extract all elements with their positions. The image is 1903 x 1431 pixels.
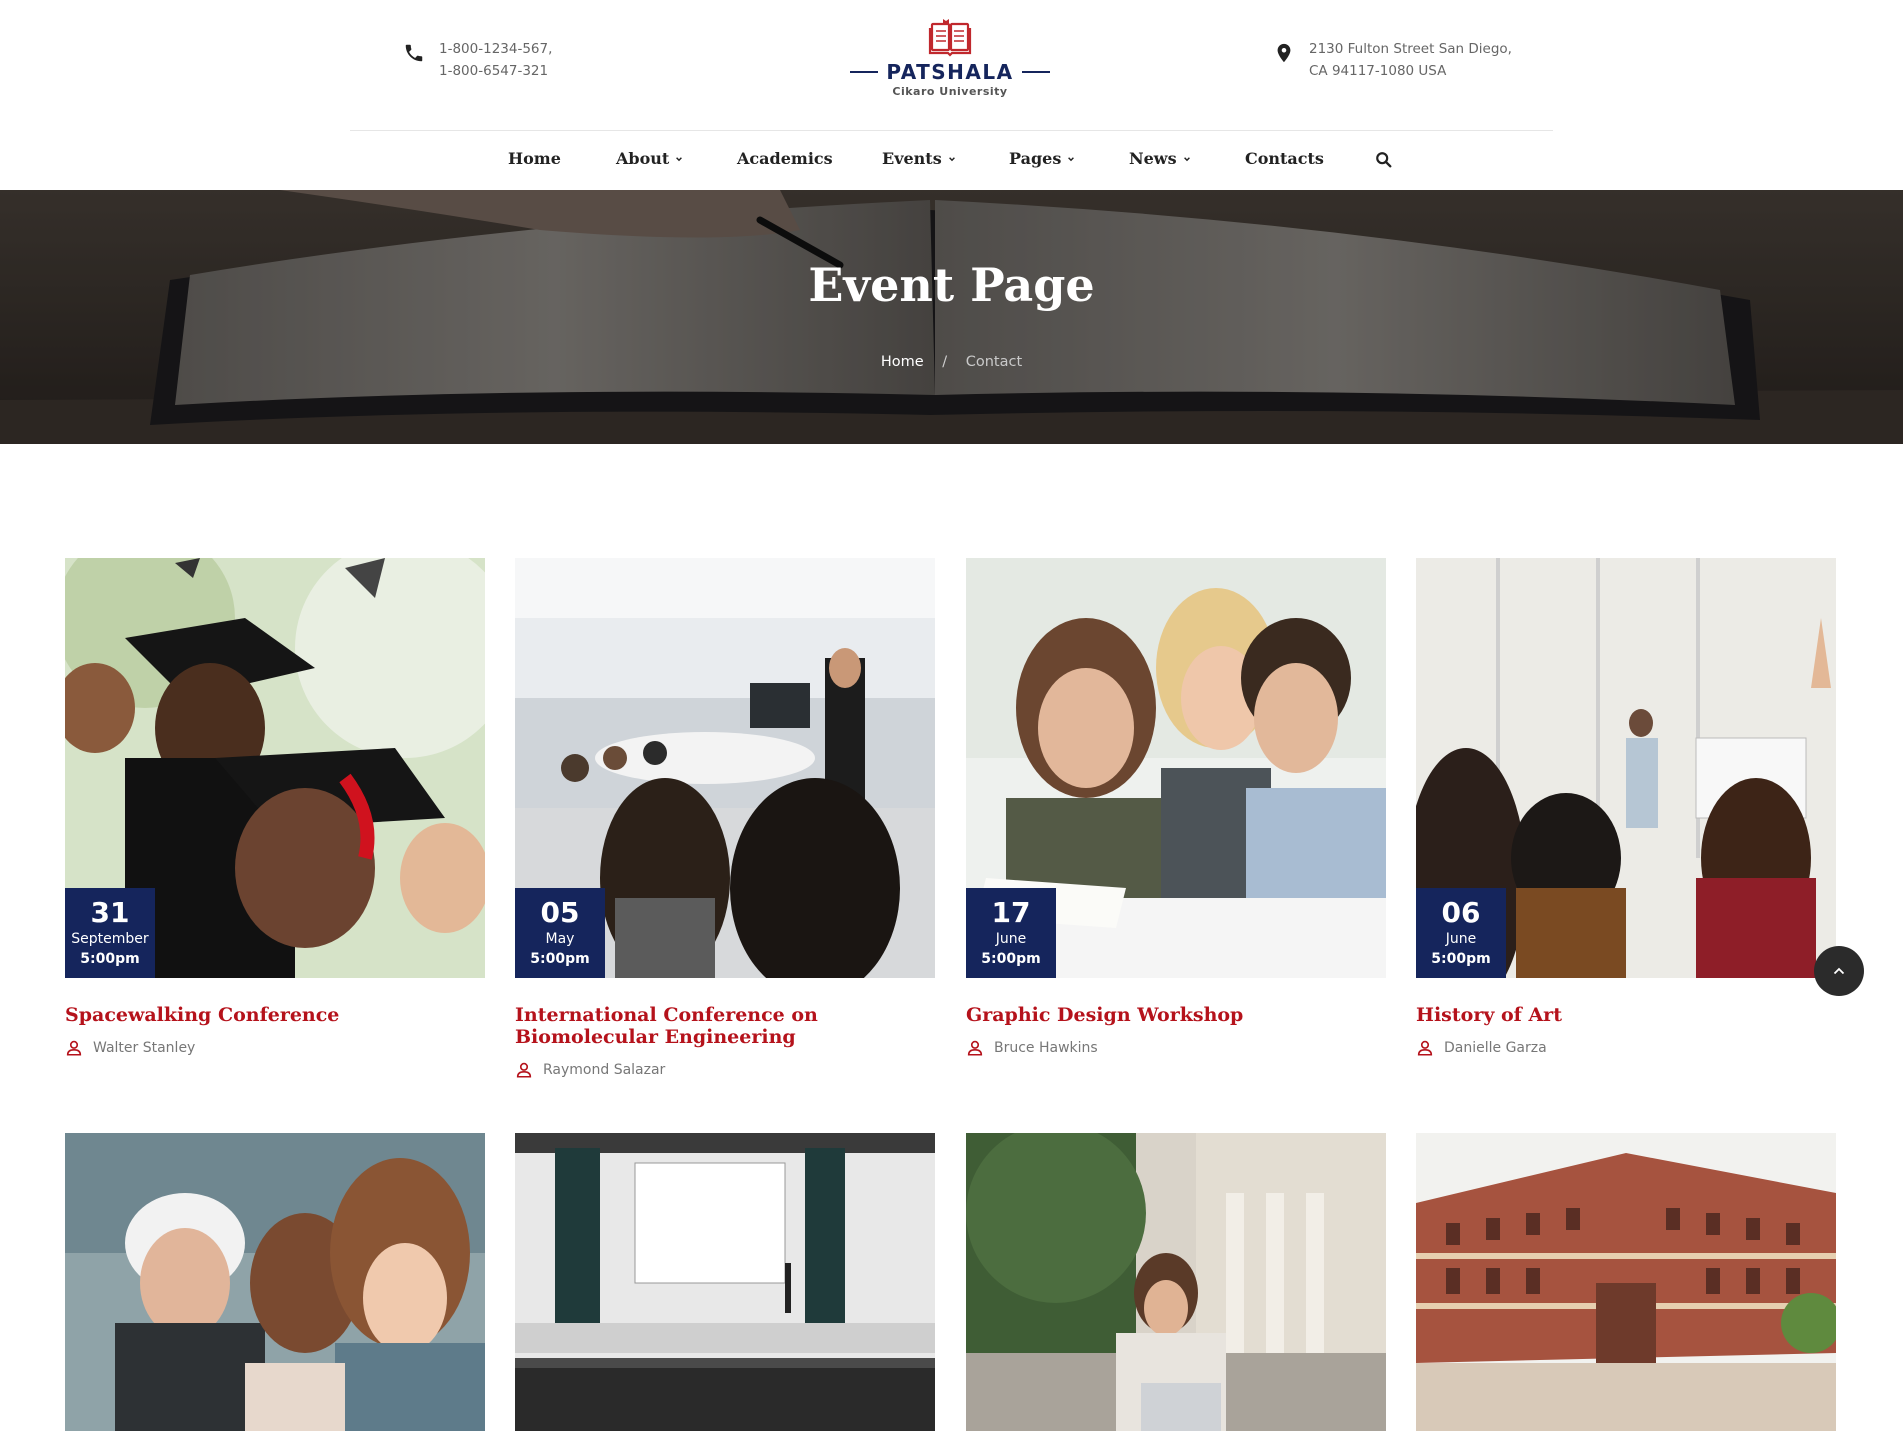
- event-time: 5:00pm: [981, 951, 1041, 967]
- event-day: 06: [1441, 896, 1481, 929]
- event-time: 5:00pm: [1431, 951, 1491, 967]
- event-day: 31: [90, 896, 130, 929]
- chevron-down-icon: [676, 156, 683, 161]
- user-icon: [66, 1040, 82, 1056]
- address-contact: 2130 Fulton Street San Diego, CA 94117-1…: [1273, 38, 1512, 82]
- event-author: Walter Stanley: [65, 1039, 485, 1057]
- open-book-icon: [928, 19, 972, 57]
- nav-item-about[interactable]: About: [616, 149, 683, 168]
- event-author: Raymond Salazar: [515, 1061, 935, 1079]
- event-date-badge: 06 June 5:00pm: [1416, 888, 1506, 978]
- event-card-image[interactable]: [1416, 1133, 1836, 1431]
- nav-item-events[interactable]: Events: [882, 149, 956, 168]
- event-author-name: Walter Stanley: [93, 1040, 196, 1056]
- event-day: 17: [991, 896, 1031, 929]
- phone-icon: [405, 44, 423, 62]
- nav-item-home[interactable]: Home: [508, 149, 561, 168]
- nav-item-pages[interactable]: Pages: [1009, 149, 1075, 168]
- event-month: June: [1445, 931, 1477, 947]
- event-title-link[interactable]: Spacewalking Conference: [65, 1004, 485, 1026]
- nav-label: Events: [882, 149, 942, 168]
- university-building-photo: [1416, 1133, 1836, 1431]
- nav-label: Contacts: [1245, 149, 1324, 168]
- event-image[interactable]: 06 June 5:00pm: [1416, 558, 1836, 978]
- user-icon: [516, 1062, 532, 1078]
- event-date-badge: 31 September 5:00pm: [65, 888, 155, 978]
- nav-item-news[interactable]: News: [1129, 149, 1191, 168]
- address-line-2: CA 94117-1080 USA: [1309, 63, 1447, 79]
- event-author-name: Raymond Salazar: [543, 1062, 666, 1078]
- nav-label: News: [1129, 149, 1177, 168]
- event-card: 06 June 5:00pm History of Art Danielle G…: [1416, 558, 1836, 1057]
- breadcrumb-current: Contact: [965, 354, 1023, 370]
- logo-name: PATSHALA: [886, 60, 1014, 84]
- event-day: 05: [540, 896, 580, 929]
- event-month: June: [995, 931, 1027, 947]
- site-logo[interactable]: PATSHALA Cikaro University: [845, 18, 1055, 104]
- page-title: Event Page: [808, 258, 1095, 312]
- chevron-down-icon: [1183, 156, 1190, 161]
- nav-label: Pages: [1009, 149, 1062, 168]
- breadcrumb-home-link[interactable]: Home: [881, 354, 924, 370]
- breadcrumb: Home / Contact: [0, 354, 1903, 370]
- phone-contact: 1-800-1234-567, 1-800-6547-321: [403, 38, 552, 82]
- phone-line-2: 1-800-6547-321: [439, 63, 549, 79]
- logo-rule-right: [1021, 71, 1050, 73]
- chevron-down-icon: [1068, 156, 1075, 161]
- event-date-badge: 05 May 5:00pm: [515, 888, 605, 978]
- event-month: September: [71, 931, 149, 947]
- chevron-up-icon: [1833, 967, 1845, 975]
- event-title-link[interactable]: History of Art: [1416, 1004, 1836, 1026]
- nav-label: About: [616, 149, 670, 168]
- event-image[interactable]: 05 May 5:00pm: [515, 558, 935, 978]
- logo-subtitle: Cikaro University: [892, 85, 1008, 98]
- event-card: 05 May 5:00pm International Conference o…: [515, 558, 935, 1079]
- nav-label: Home: [508, 149, 561, 168]
- scroll-to-top-button[interactable]: [1814, 946, 1864, 996]
- chevron-down-icon: [948, 156, 955, 161]
- event-card: 31 September 5:00pm Spacewalking Confere…: [65, 558, 485, 1057]
- nav-item-academics[interactable]: Academics: [737, 149, 833, 168]
- event-author-name: Danielle Garza: [1444, 1040, 1547, 1056]
- event-author-name: Bruce Hawkins: [994, 1040, 1098, 1056]
- event-author: Bruce Hawkins: [966, 1039, 1386, 1057]
- event-card-image[interactable]: [515, 1133, 935, 1431]
- event-image[interactable]: 17 June 5:00pm: [966, 558, 1386, 978]
- event-card: 17 June 5:00pm Graphic Design Workshop B…: [966, 558, 1386, 1057]
- event-title-link[interactable]: International Conference on Biomolecular…: [515, 1004, 935, 1048]
- event-title-link[interactable]: Graphic Design Workshop: [966, 1004, 1386, 1026]
- event-image[interactable]: 31 September 5:00pm: [65, 558, 485, 978]
- map-pin-icon: [1277, 43, 1291, 63]
- header-top: 1-800-1234-567, 1-800-6547-321 PATSHALA …: [0, 0, 1903, 130]
- breadcrumb-separator: /: [942, 354, 948, 370]
- event-author: Danielle Garza: [1416, 1039, 1836, 1057]
- event-time: 5:00pm: [530, 951, 590, 967]
- logo-rule-left: [850, 71, 879, 73]
- event-card-image[interactable]: [65, 1133, 485, 1431]
- event-month: May: [545, 931, 575, 947]
- campus-student-photo: [966, 1133, 1386, 1431]
- event-card-image[interactable]: [966, 1133, 1386, 1431]
- phone-line-1: 1-800-1234-567,: [439, 41, 553, 57]
- event-date-badge: 17 June 5:00pm: [966, 888, 1056, 978]
- students-writing-photo: [65, 1133, 485, 1431]
- hero-background-image: [0, 190, 1903, 444]
- event-time: 5:00pm: [80, 951, 140, 967]
- nav-label: Academics: [737, 149, 833, 168]
- auditorium-photo: [515, 1133, 935, 1431]
- user-icon: [967, 1040, 983, 1056]
- nav-item-contacts[interactable]: Contacts: [1245, 149, 1324, 168]
- address-line-1: 2130 Fulton Street San Diego,: [1309, 41, 1512, 57]
- hero-banner: Event Page Home / Contact: [0, 190, 1903, 444]
- main-nav: Home About Academics Events Pages News C…: [0, 131, 1903, 190]
- user-icon: [1417, 1040, 1433, 1056]
- search-icon[interactable]: [1375, 151, 1393, 169]
